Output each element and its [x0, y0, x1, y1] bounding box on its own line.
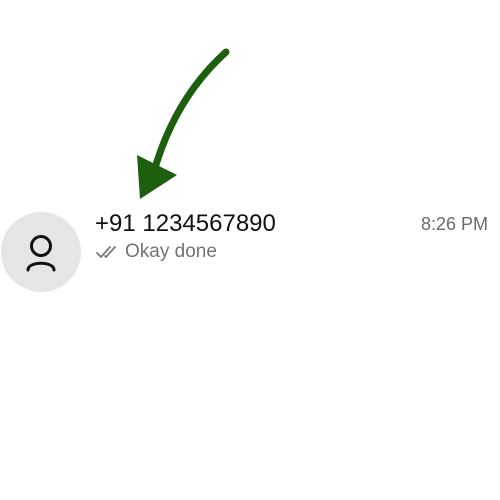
chat-list-screen: +91 1234567890 8:26 PM Okay done — [0, 0, 500, 500]
message-time: 8:26 PM — [420, 214, 488, 234]
contact-name: +91 1234567890 — [95, 210, 276, 237]
double-check-icon — [96, 246, 116, 258]
last-message-text: Okay done — [125, 241, 217, 262]
chat-list-item[interactable]: +91 1234567890 8:26 PM Okay done — [0, 210, 500, 294]
message-preview: Okay done — [95, 240, 217, 264]
avatar[interactable] — [1, 212, 81, 292]
person-icon — [26, 235, 56, 272]
